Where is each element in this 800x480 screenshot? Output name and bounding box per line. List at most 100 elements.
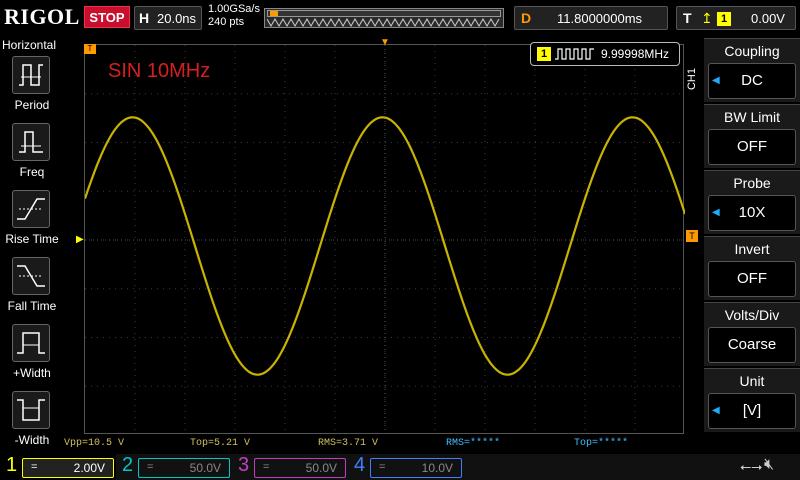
negative-width-icon <box>12 391 50 429</box>
usb-icon: ⭠⭢ <box>740 458 763 474</box>
channel-menu-tag: CH1 <box>686 68 698 91</box>
top-status-bar: RIGOL STOP H 20.0ns 1.00GSa/s 240 pts D … <box>0 0 800 36</box>
timebase-value: 20.0ns <box>157 11 197 26</box>
square-wave-icon <box>555 48 594 60</box>
rise-time-icon <box>12 190 50 228</box>
measure-fall-time-label: Fall Time <box>7 299 57 313</box>
frequency-counter: 1 9.99998MHz <box>530 42 680 66</box>
menu-probe-value: 10X <box>708 195 796 231</box>
channel-3-coupling: = <box>263 461 270 473</box>
menu-invert-value: OFF <box>708 261 796 297</box>
timebase-label: H <box>139 10 150 26</box>
waveform-annotation: SIN 10MHz <box>108 60 211 82</box>
channel-1-number: 1 <box>6 454 18 476</box>
trigger-label: T <box>683 10 692 26</box>
trigger-box[interactable]: T ↥ 1 0.00V <box>676 6 796 30</box>
menu-title: Horizontal <box>2 38 57 52</box>
menu-probe[interactable]: Probe 10X ◀ <box>704 170 800 234</box>
measure-freq-label: Freq <box>19 165 45 179</box>
channel-3-box: = 50.0V <box>254 458 346 478</box>
menu-coupling-title: Coupling <box>724 43 780 59</box>
channel-1-box: = 2.00V <box>22 458 114 478</box>
channel-2-coupling: = <box>147 461 154 473</box>
channel-4-slot[interactable]: 4 = 10.0V <box>348 454 464 480</box>
channel-1-slot[interactable]: 1 = 2.00V <box>0 454 116 480</box>
measurement-vpp: Vpp=10.5 V <box>64 438 125 449</box>
channel-2-scale: 50.0V <box>189 461 221 475</box>
speaker-muted-icon[interactable]: 🔇︎ <box>764 456 774 474</box>
channel-2-number: 2 <box>122 454 134 476</box>
trigger-time-marker[interactable]: T <box>84 44 96 54</box>
fall-time-icon <box>12 257 50 295</box>
menu-bw-limit[interactable]: BW Limit OFF <box>704 104 800 168</box>
delay-value: 11.8000000ms <box>557 11 643 26</box>
measure-period-label: Period <box>14 98 50 112</box>
menu-bw-limit-title: BW Limit <box>724 109 780 125</box>
freq-icon <box>12 123 50 161</box>
acquisition-info: 1.00GSa/s 240 pts <box>208 3 260 29</box>
delay-label: D <box>521 10 532 26</box>
trigger-position-marker[interactable]: ▼ <box>380 37 390 48</box>
measure-rise-time[interactable]: Rise Time <box>0 190 64 256</box>
channel-3-scale: 50.0V <box>305 461 337 475</box>
brand-logo: RIGOL <box>4 4 80 29</box>
measurement-top: Top=5.21 V <box>190 438 251 449</box>
menu-unit[interactable]: Unit [V] ◀ <box>704 368 800 432</box>
measure-rise-time-label: Rise Time <box>5 232 59 246</box>
memory-overview-bar[interactable] <box>264 8 504 28</box>
trigger-level-marker[interactable]: T <box>686 230 698 242</box>
select-arrow-icon: ◀ <box>712 207 720 218</box>
trigger-level: 0.00V <box>751 11 785 26</box>
channel-2-slot[interactable]: 2 = 50.0V <box>116 454 232 480</box>
measure-fall-time[interactable]: Fall Time <box>0 257 64 323</box>
channel-4-box: = 10.0V <box>370 458 462 478</box>
measurement-top-ch2: Top=***** <box>574 438 629 449</box>
menu-unit-value: [V] <box>708 393 796 429</box>
menu-unit-title: Unit <box>739 373 765 389</box>
channel-1-waveform <box>85 116 685 376</box>
ch1-offset-marker[interactable]: ▶ <box>76 234 84 245</box>
timebase-box[interactable]: H 20.0ns <box>134 6 202 30</box>
measure-negative-width[interactable]: -Width <box>0 391 64 457</box>
menu-invert-title: Invert <box>734 241 770 257</box>
measurement-rms-ch2: RMS=***** <box>446 438 501 449</box>
horizontal-measure-menu: Horizontal Period Freq Rise Time Fall Ti… <box>0 36 64 454</box>
channel-4-scale: 10.0V <box>421 461 453 475</box>
rising-edge-icon: ↥ <box>701 10 713 26</box>
channel-bar: 1 = 2.00V 2 = 50.0V 3 = 50.0V 4 = 10.0V <box>0 454 800 480</box>
channel-1-coupling: = <box>31 461 38 473</box>
menu-coupling[interactable]: Coupling DC ◀ <box>704 38 800 102</box>
menu-volts-div-title: Volts/Div <box>724 307 780 323</box>
memory-window-marker <box>270 11 278 16</box>
memory-window <box>267 10 501 17</box>
sample-rate: 1.00GSa/s <box>208 3 260 15</box>
graticule <box>85 45 685 435</box>
waveform-display[interactable] <box>84 44 685 435</box>
measure-freq[interactable]: Freq <box>0 123 64 189</box>
menu-volts-div-value: Coarse <box>708 327 796 363</box>
channel-3-number: 3 <box>238 454 250 476</box>
menu-invert[interactable]: Invert OFF <box>704 236 800 300</box>
frequency-channel-badge: 1 <box>537 47 551 61</box>
measurement-bar: Vpp=10.5 V Top=5.21 V RMS=3.71 V RMS=***… <box>64 436 704 452</box>
delay-box[interactable]: D 11.8000000ms <box>514 6 668 30</box>
period-icon <box>12 56 50 94</box>
frequency-value: 9.99998MHz <box>601 47 670 61</box>
memory-waveform-preview <box>267 18 500 27</box>
channel-3-slot[interactable]: 3 = 50.0V <box>232 454 348 480</box>
menu-coupling-value: DC <box>708 63 796 99</box>
channel-1-scale: 2.00V <box>73 461 105 475</box>
select-arrow-icon: ◀ <box>712 75 720 86</box>
measure-positive-width-label: +Width <box>13 366 51 380</box>
memory-depth: 240 pts <box>208 16 245 28</box>
measurement-rms: RMS=3.71 V <box>318 438 379 449</box>
positive-width-icon <box>12 324 50 362</box>
measure-period[interactable]: Period <box>0 56 64 122</box>
menu-volts-div[interactable]: Volts/Div Coarse <box>704 302 800 366</box>
channel-4-coupling: = <box>379 461 386 473</box>
menu-probe-title: Probe <box>733 175 771 191</box>
select-arrow-icon: ◀ <box>712 405 720 416</box>
channel-1-menu: Coupling DC ◀ BW Limit OFF Probe 10X ◀ I… <box>704 36 800 454</box>
measure-positive-width[interactable]: +Width <box>0 324 64 390</box>
run-stop-indicator[interactable]: STOP <box>84 6 130 28</box>
